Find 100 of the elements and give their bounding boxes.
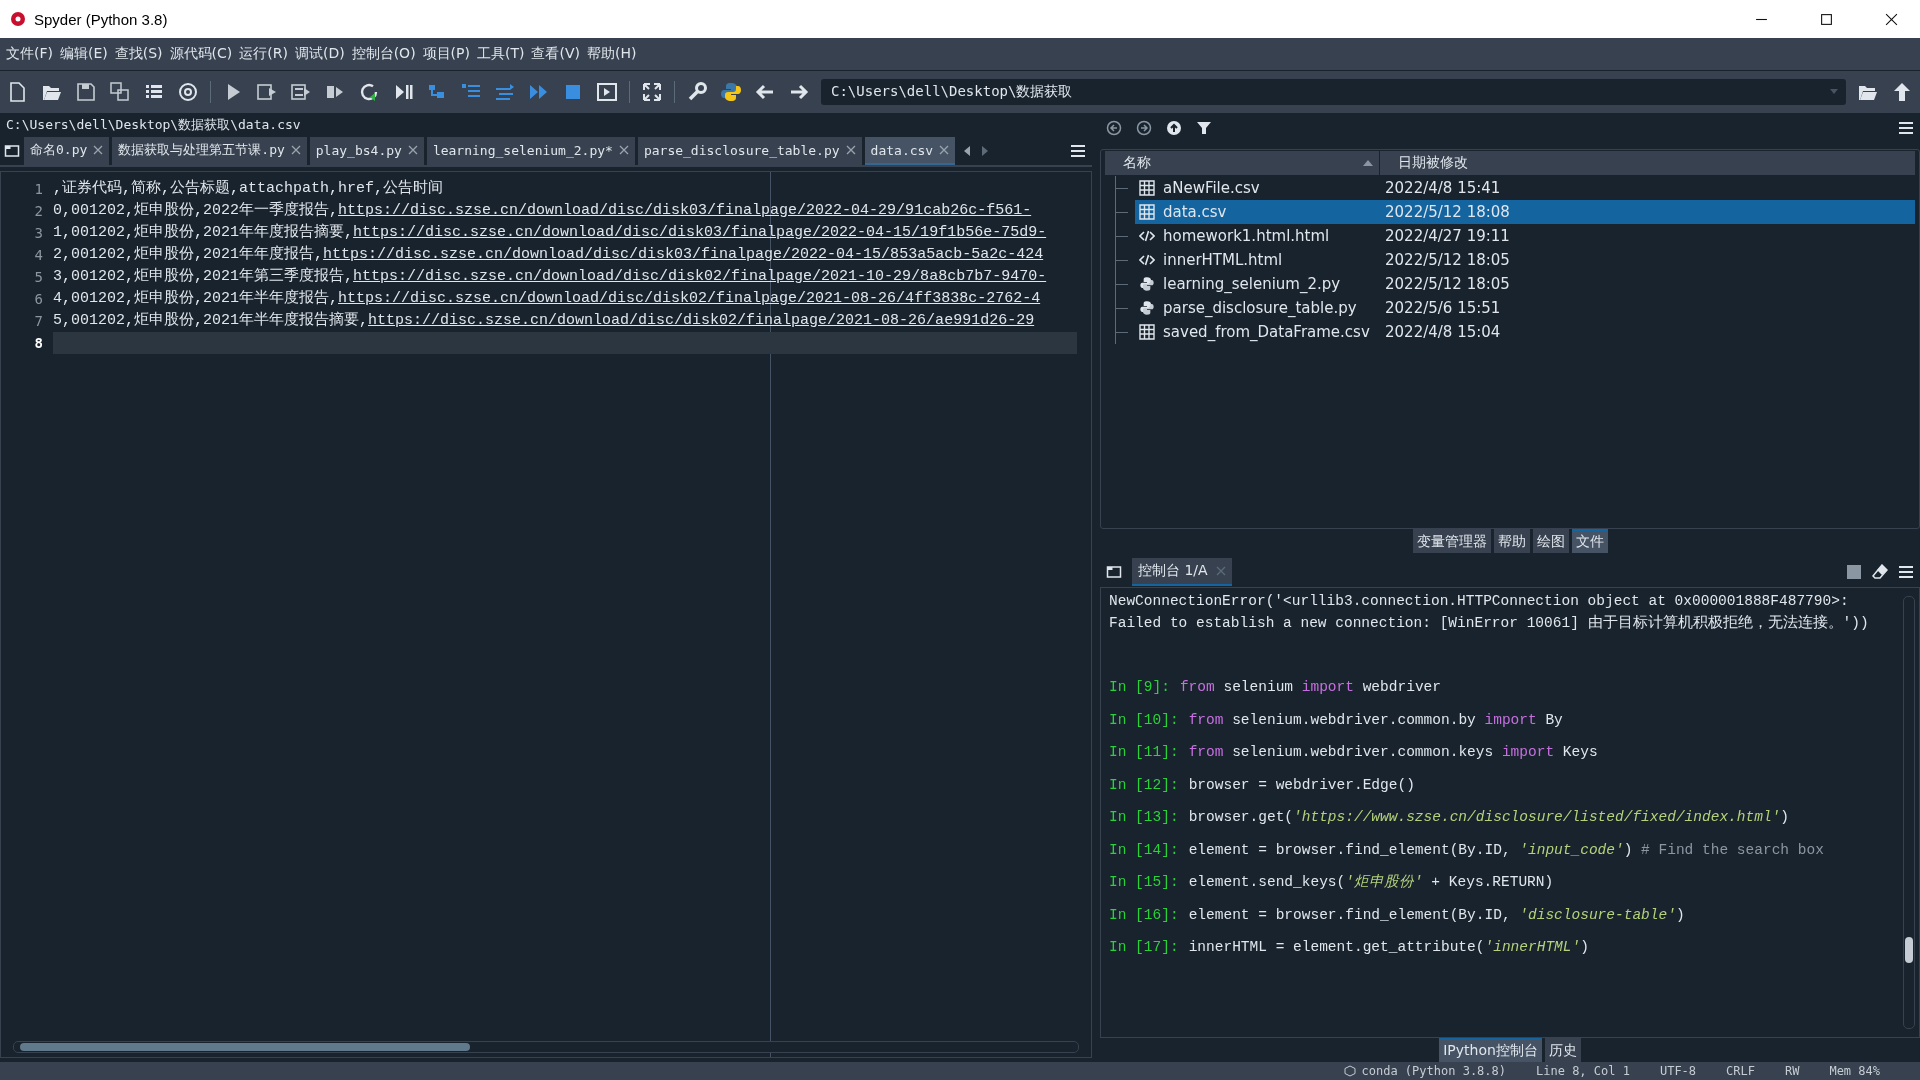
file-name: learning_selenium_2.py — [1163, 275, 1341, 293]
scrollbar-thumb[interactable] — [20, 1043, 470, 1051]
file-row[interactable]: parse_disclosure_table.py 2022/5/6 15:51 — [1135, 296, 1915, 320]
parent-directory-icon[interactable] — [1166, 120, 1182, 136]
close-tab-icon[interactable] — [290, 145, 301, 155]
menu-item[interactable]: 运行(R) — [239, 45, 288, 63]
stop-square-icon[interactable] — [1846, 564, 1862, 580]
scroll-right-icon[interactable] — [981, 145, 990, 157]
code-text: innerHTML = element.get_attribute('innerHTML') — [1188, 939, 1589, 955]
file-row[interactable]: learning_selenium_2.py 2022/5/12 18:05 — [1135, 272, 1915, 296]
file-name: aNewFile.csv — [1163, 179, 1260, 197]
fullscreen-icon[interactable] — [640, 80, 664, 104]
line-number: 7 — [33, 312, 44, 331]
menu-item[interactable]: 控制台(O) — [351, 45, 416, 63]
modified-date: 2022/5/12 18:05 — [1384, 275, 1510, 293]
code-brackets-icon — [1139, 228, 1155, 244]
console-tab[interactable]: 控制台 1/A — [1132, 558, 1232, 586]
input-prompt: In [13]: — [1109, 809, 1179, 825]
save-all-icon[interactable] — [108, 80, 132, 104]
console-output: NewConnectionError('<urllib3.connection.HTTPConnection object at 0x000001888F487790>: Failed to establish a new connection: [WinError 10061] 由于目标计算机积极拒绝，无法连接。')) — [1109, 592, 1870, 633]
menu-item[interactable]: 项目(P) — [422, 45, 470, 63]
eraser-icon[interactable] — [1872, 564, 1888, 580]
maximize-pane-icon[interactable] — [595, 80, 619, 104]
menu-item[interactable]: 源代码(C) — [169, 45, 233, 63]
menu-item[interactable]: 编辑(E) — [60, 45, 108, 63]
modified-date: 2022/5/12 18:05 — [1384, 251, 1510, 269]
menu-item[interactable]: 文件(F) — [6, 45, 53, 63]
back-icon[interactable] — [1106, 120, 1122, 136]
sort-ascending-icon — [1363, 160, 1373, 166]
input-prompt: In [12]: — [1109, 776, 1179, 793]
url-link[interactable]: https://disc.szse.cn/download/disc/disk02/finalpage/2021-08-26/4ff3838c-2762-4 — [338, 290, 1041, 307]
python-icon[interactable] — [719, 80, 743, 104]
menu-item[interactable]: 查找(S) — [114, 45, 163, 63]
file-row[interactable]: aNewFile.csv 2022/4/8 15:41 — [1135, 176, 1915, 200]
browse-tabs-icon[interactable] — [4, 143, 20, 159]
file-path: C:\Users\dell\Desktop\数据获取\data.csv — [5, 116, 302, 134]
pane-tab[interactable]: IPython控制台 — [1439, 1038, 1542, 1062]
save-icon[interactable] — [74, 80, 98, 104]
horizontal-scrollbar[interactable] — [13, 1041, 1079, 1053]
file-row[interactable]: homework1.html.html 2022/4/27 19:11 — [1135, 224, 1915, 248]
file-name: parse_disclosure_table.py — [1163, 299, 1357, 317]
code-text: 2,001202,炬申股份,2021年年度报告, — [53, 246, 324, 263]
url-link[interactable]: https://disc.szse.cn/download/disc/disk03/finalpage/2022-04-29/91cab26c-f561- — [338, 202, 1032, 219]
modified-date: 2022/4/8 15:04 — [1384, 323, 1501, 341]
pane-tab[interactable]: 帮助 — [1493, 529, 1530, 553]
filter-icon[interactable] — [1196, 120, 1212, 136]
menu-item[interactable]: 帮助(H) — [587, 45, 637, 63]
menu-icon[interactable] — [1070, 143, 1086, 159]
close-tab-icon[interactable] — [93, 145, 104, 155]
file-row[interactable]: innerHTML.html 2022/5/12 18:05 — [1135, 248, 1915, 272]
code-text: 5,001202,炬申股份,2021年半年度报告摘要, — [53, 312, 369, 329]
scroll-left-icon[interactable] — [963, 145, 972, 157]
input-prompt: In [14]: — [1109, 841, 1179, 858]
modified-date: 2022/5/6 15:51 — [1384, 299, 1501, 317]
pane-tab[interactable]: 历史 — [1544, 1038, 1581, 1062]
editor-tab[interactable]: 命名0.py — [24, 137, 110, 165]
close-tab-icon[interactable] — [407, 145, 418, 155]
column-header[interactable]: 名称 — [1105, 151, 1380, 175]
menu-item[interactable]: 工具(T) — [477, 45, 525, 63]
url-link[interactable]: https://disc.szse.cn/download/disc/disk03/finalpage/2022-04-15/853a5acb-5a2c-424 — [323, 246, 1044, 263]
code-text: from selenium import webdriver — [1179, 679, 1441, 695]
menu-icon[interactable] — [1898, 564, 1914, 580]
menu-item[interactable]: 调试(D) — [294, 45, 345, 63]
pane-tab[interactable]: 变量管理器 — [1412, 529, 1491, 553]
status-text: RW — [1784, 1064, 1800, 1078]
vertical-scrollbar[interactable] — [1903, 596, 1915, 1029]
file-row[interactable]: data.csv 2022/5/12 18:08 — [1135, 200, 1915, 224]
input-prompt: In [9]: — [1109, 679, 1170, 695]
code-text: element = browser.find_element(By.ID, 'input_code') # Find the search box — [1188, 841, 1824, 858]
line-number: 1 — [33, 180, 44, 199]
editor-tab[interactable]: 数据获取与处理第五节课.py — [112, 137, 307, 165]
editor-tab[interactable]: play_bs4.py — [309, 137, 424, 165]
input-prompt: In [15]: — [1109, 874, 1179, 890]
close-tab-icon[interactable] — [939, 145, 950, 155]
column-header[interactable]: 日期被修改 — [1380, 151, 1468, 175]
line-number: 5 — [33, 268, 44, 287]
scrollbar-thumb[interactable] — [1905, 937, 1913, 963]
editor-tab[interactable]: parse_disclosure_table.py — [637, 137, 862, 165]
editor-tab[interactable]: learning_selenium_2.py* — [426, 137, 635, 165]
code-text: from selenium.webdriver.common.by import By — [1188, 711, 1563, 728]
url-link[interactable]: https://disc.szse.cn/download/disc/disk02/finalpage/2021-08-26/ae991d26-29 — [368, 312, 1035, 329]
menu-icon[interactable] — [1898, 120, 1914, 136]
code-text: from selenium.webdriver.common.keys import Keys — [1188, 744, 1598, 760]
browse-tabs-icon[interactable] — [1106, 564, 1122, 580]
forward-icon[interactable] — [1136, 120, 1152, 136]
working-directory-field[interactable]: C:\Users\dell\Desktop\数据获取 — [821, 79, 1846, 105]
close-tab-icon[interactable] — [845, 145, 856, 155]
editor-tab[interactable]: data.csv — [864, 137, 956, 165]
url-link[interactable]: https://disc.szse.cn/download/disc/disk02/finalpage/2021-10-29/8a8cb7b7-9470- — [353, 268, 1047, 285]
pane-tab[interactable]: 文件 — [1571, 529, 1608, 553]
line-number: 3 — [33, 224, 44, 243]
file-name: homework1.html.html — [1163, 227, 1330, 245]
url-link[interactable]: https://disc.szse.cn/download/disc/disk03/finalpage/2022-04-15/19f1b56e-75d9- — [353, 224, 1047, 241]
pane-tab[interactable]: 绘图 — [1532, 529, 1569, 553]
modified-date: 2022/4/8 15:41 — [1384, 179, 1501, 197]
code-brackets-icon — [1139, 252, 1155, 268]
close-tab-icon[interactable] — [618, 145, 629, 155]
status-text: UTF-8 — [1659, 1064, 1697, 1078]
menu-item[interactable]: 查看(V) — [531, 45, 580, 63]
file-row[interactable]: saved_from_DataFrame.csv 2022/4/8 15:04 — [1135, 320, 1915, 344]
